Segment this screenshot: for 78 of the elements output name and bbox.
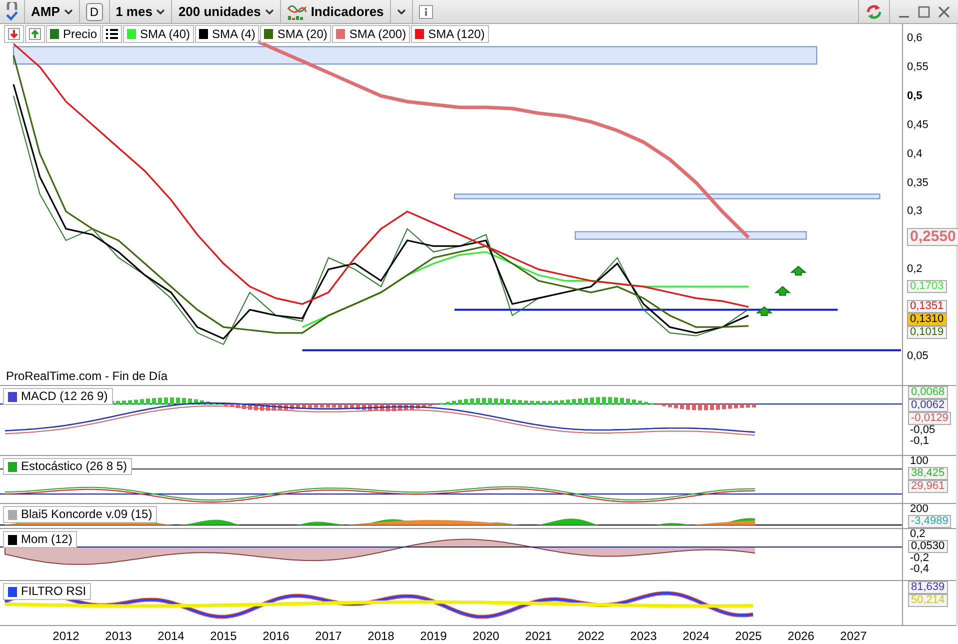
caret-icon (396, 7, 406, 16)
legend-item[interactable]: SMA (120) (411, 25, 489, 43)
axis-tick-label: 2012 (52, 628, 80, 644)
indicator-label: Mom (12) (3, 531, 78, 548)
legend-item[interactable]: SMA (4) (195, 25, 260, 43)
axis-tick-label: 2016 (262, 628, 290, 644)
axis-tick-label: 0,45 (907, 118, 928, 131)
axis-tick-label: 0,05 (907, 350, 928, 362)
axis-tick-label: 2026 (788, 628, 814, 644)
axis-tick-label: 2027 (840, 628, 867, 644)
axis-tick-label: 0,6 (907, 32, 922, 44)
up-arrow-icon[interactable] (29, 28, 41, 40)
price-label: 0,1351 (907, 300, 947, 314)
close-icon[interactable] (938, 6, 950, 18)
price-label: 0,1703 (907, 280, 947, 294)
axis-tick-label: -0,05 (910, 425, 936, 436)
axis-tick-label: 2022 (578, 628, 604, 644)
period-button[interactable]: D (86, 2, 103, 20)
caret-icon (156, 7, 166, 16)
refresh-icon[interactable] (865, 2, 883, 20)
caret-icon (64, 7, 73, 16)
timeframe-dropdown[interactable]: 1 mes (110, 0, 172, 24)
price-label: 0,2550 (907, 228, 958, 246)
axis-tick-label: 2023 (630, 628, 657, 644)
legend-item[interactable]: SMA (20) (260, 25, 332, 43)
indicator-value: 29,961 (908, 480, 948, 493)
axis-tick-label: 0,4 (907, 148, 922, 160)
price-label: 0,1019 (907, 326, 947, 340)
down-arrow-icon[interactable] (8, 28, 20, 40)
legend-item[interactable]: Precio (46, 25, 102, 43)
price-label: 0,1310 (907, 313, 947, 326)
indicator-value: 0,0062 (908, 399, 948, 412)
axis-tick-label: 2015 (210, 628, 237, 644)
legend-item[interactable]: SMA (40) (123, 25, 194, 43)
axis-tick-label: 0,55 (907, 60, 928, 73)
axis-tick-label: 0,2 (907, 263, 922, 276)
chart-icon (286, 2, 307, 20)
axis-tick-label: 200 (910, 504, 928, 515)
indicator-value: 81,639 (908, 581, 948, 594)
up-arrow-icon (756, 306, 773, 316)
axis-tick-label: 2017 (315, 628, 342, 644)
indicator-value: -0,0129 (908, 412, 952, 425)
indicator-value: 38,425 (908, 467, 948, 480)
axis-tick-label: 2018 (368, 628, 394, 644)
symbol-dropdown[interactable]: AMP (25, 0, 80, 24)
axis-tick-label: 0,35 (907, 176, 928, 189)
maximize-icon[interactable] (918, 6, 930, 18)
axis-tick-label: 2025 (735, 628, 762, 644)
caret-icon (264, 7, 274, 16)
axis-tick-label: -0,4 (910, 564, 929, 575)
list-icon[interactable] (106, 29, 118, 39)
axis-tick-label: 2019 (420, 628, 447, 644)
axis-tick-label: 2014 (158, 628, 184, 644)
magnet-check-icon[interactable] (6, 2, 18, 22)
axis-tick-label: 2020 (472, 628, 500, 644)
axis-tick-label: -0,1 (910, 436, 929, 447)
up-arrow-icon (774, 286, 791, 296)
units-dropdown[interactable]: 200 unidades (172, 0, 281, 24)
axis-tick-label: 2024 (682, 628, 710, 644)
indicator-value: -3,4989 (908, 515, 952, 528)
axis-tick-label: 2021 (525, 628, 552, 644)
indicator-value: 0,0530 (908, 540, 948, 553)
axis-tick-label: 0,3 (907, 205, 922, 218)
axis-tick-label: 100 (910, 456, 928, 467)
axis-tick-label: -0,2 (910, 553, 929, 564)
info-icon[interactable] (418, 4, 433, 18)
axis-tick-label: 0,5 (907, 90, 922, 102)
axis-tick-label: 0,2 (910, 529, 926, 540)
up-arrow-icon (790, 266, 807, 276)
indicator-value: 50,214 (908, 594, 948, 607)
indicator-label: FILTRO RSI (3, 583, 92, 600)
legend-item[interactable]: SMA (200) (332, 25, 410, 43)
indicator-label: Blai5 Koncorde v.09 (15) (3, 506, 158, 523)
indicator-label: MACD (12 26 9) (3, 388, 113, 405)
indicators-button[interactable]: Indicadores (280, 0, 391, 24)
axis-tick-label: 2013 (105, 628, 132, 644)
indicator-value: 0,0068 (908, 386, 948, 399)
indicator-label: Estocástico (26 8 5) (3, 458, 132, 475)
